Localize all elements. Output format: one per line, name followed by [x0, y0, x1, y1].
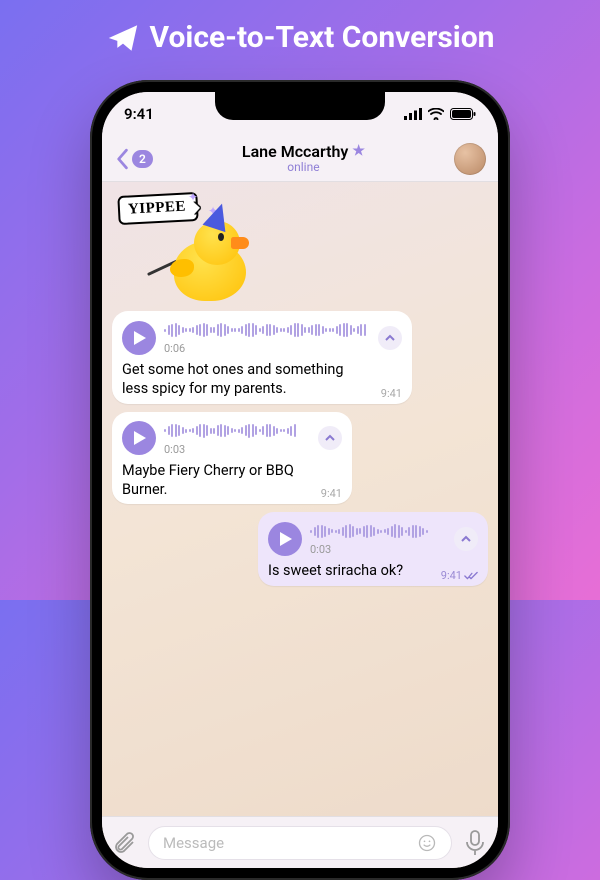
sticker-picker-icon[interactable] — [417, 833, 437, 853]
message-time: 9:41 — [321, 487, 342, 500]
paperclip-icon — [113, 831, 137, 855]
chat-status: online — [287, 161, 319, 174]
voice-duration: 0:06 — [164, 342, 370, 355]
phone-frame: 9:41 2 Lane Mccarthy ★ online — [90, 80, 510, 880]
premium-star-icon: ★ — [352, 144, 365, 159]
collapse-button[interactable] — [454, 527, 478, 551]
voice-record-button[interactable] — [462, 830, 488, 856]
wifi-icon — [428, 108, 444, 120]
voice-message-outgoing[interactable]: 0:03 Is sweet sriracha ok? 9:41 — [258, 512, 488, 586]
chat-navbar: 2 Lane Mccarthy ★ online — [102, 136, 498, 182]
banner: Voice-to-Text Conversion — [0, 0, 600, 55]
waveform[interactable] — [310, 521, 446, 541]
voice-duration: 0:03 — [310, 543, 446, 556]
chat-name-label: Lane Mccarthy — [242, 143, 348, 161]
collapse-button[interactable] — [318, 426, 342, 450]
battery-icon — [450, 108, 476, 120]
voice-message-incoming[interactable]: 0:06 Get some hot ones and something les… — [112, 311, 412, 404]
paper-plane-icon — [106, 21, 140, 55]
unread-badge: 2 — [132, 150, 153, 168]
chat-header[interactable]: Lane Mccarthy ★ online — [242, 143, 365, 174]
back-button[interactable]: 2 — [114, 148, 153, 170]
microphone-icon — [464, 830, 486, 856]
cellular-icon — [404, 108, 422, 120]
waveform[interactable] — [164, 320, 370, 340]
phone-screen: 9:41 2 Lane Mccarthy ★ online — [102, 92, 498, 868]
sticker-yippee[interactable]: YIPPEE ✦ ✦ — [118, 190, 258, 305]
message-time: 9:41 — [441, 569, 462, 582]
message-time: 9:41 — [381, 387, 402, 400]
play-button[interactable] — [268, 522, 302, 556]
voice-duration: 0:03 — [164, 443, 310, 456]
message-input[interactable]: Message — [148, 826, 452, 860]
waveform[interactable] — [164, 421, 310, 441]
notch — [215, 92, 385, 120]
chevron-left-icon — [114, 148, 130, 170]
message-placeholder: Message — [163, 834, 224, 852]
avatar[interactable] — [454, 143, 486, 175]
duck-icon — [166, 213, 258, 305]
voice-message-incoming[interactable]: 0:03 Maybe Fiery Cherry or BBQ Burner. 9… — [112, 412, 352, 505]
status-time: 9:41 — [124, 105, 184, 123]
read-checks-icon — [464, 571, 478, 581]
transcript-text: Get some hot ones and something less spi… — [122, 361, 402, 399]
banner-title: Voice-to-Text Conversion — [150, 20, 495, 55]
play-button[interactable] — [122, 321, 156, 355]
chat-scroll[interactable]: YIPPEE ✦ ✦ — [102, 182, 498, 816]
attach-button[interactable] — [112, 830, 138, 856]
transcript-text: Maybe Fiery Cherry or BBQ Burner. — [122, 462, 342, 500]
collapse-button[interactable] — [378, 326, 402, 350]
play-button[interactable] — [122, 421, 156, 455]
input-bar: Message — [102, 816, 498, 868]
